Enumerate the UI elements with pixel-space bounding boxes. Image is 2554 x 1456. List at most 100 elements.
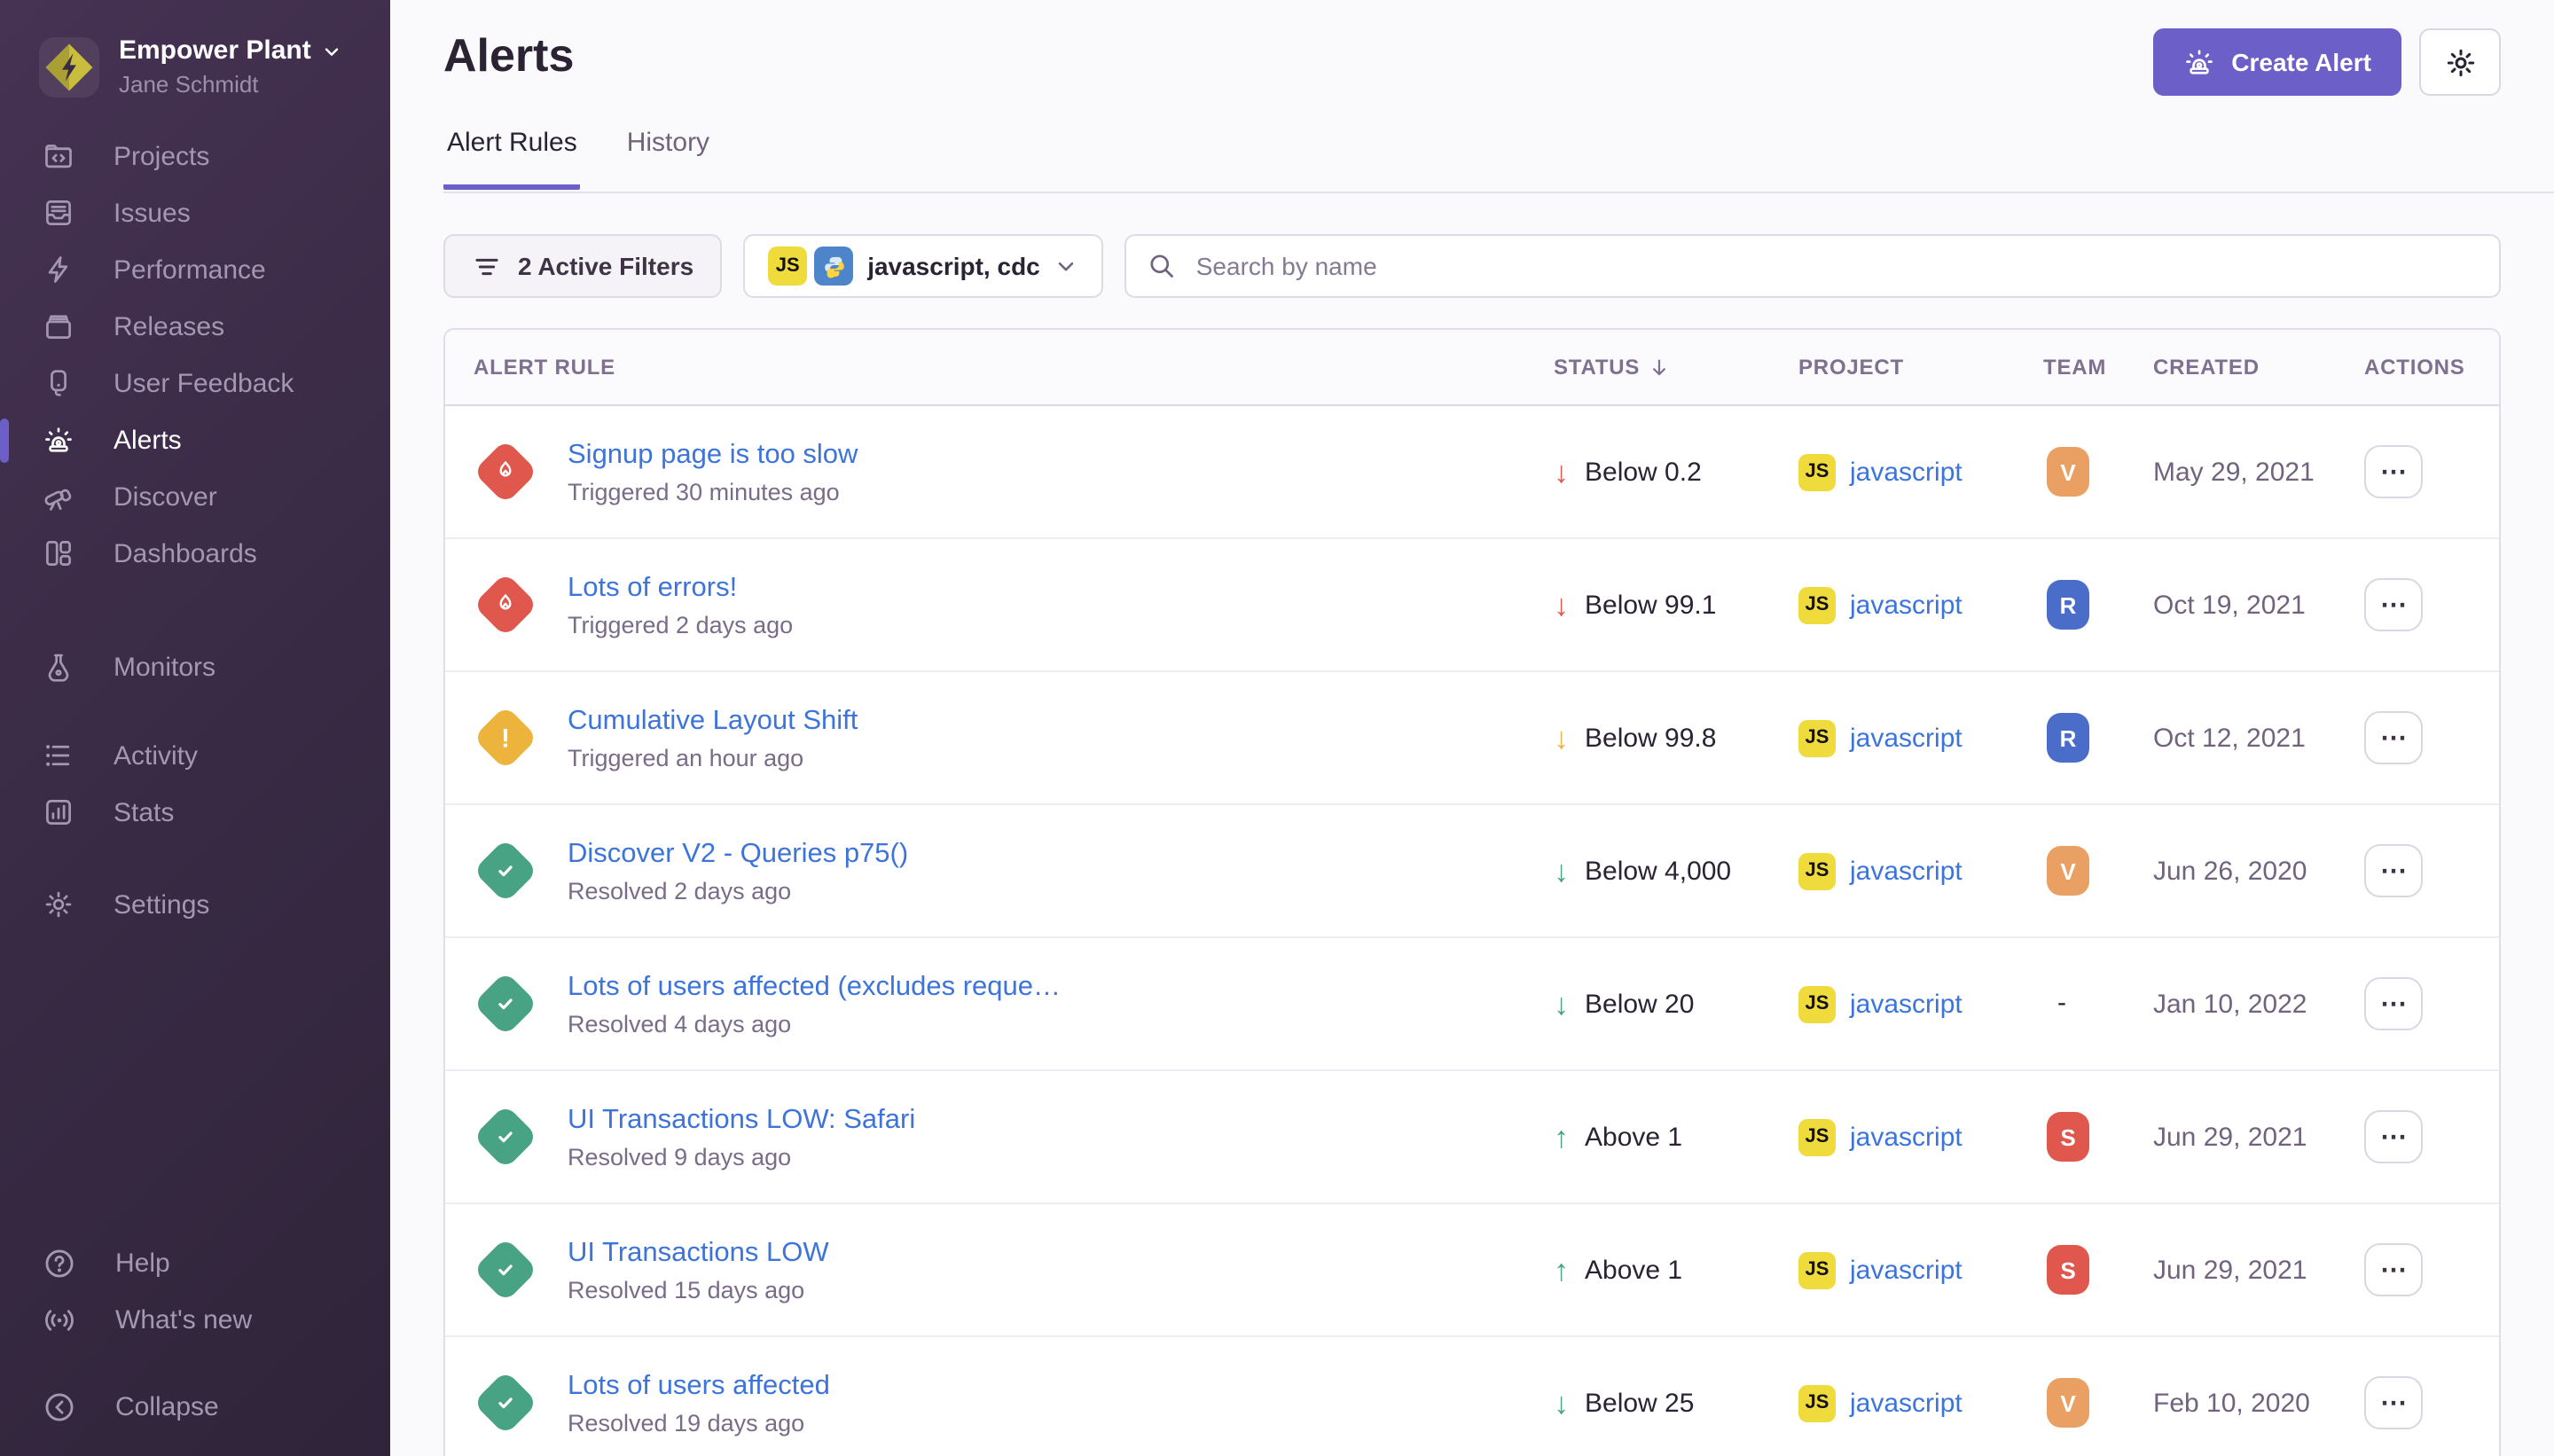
sort-arrow-down-icon xyxy=(1647,356,1670,379)
created-date: Feb 10, 2020 xyxy=(2153,1388,2364,1418)
js-badge: JS xyxy=(1798,1384,1836,1421)
project-selector[interactable]: JS javascript, cdc xyxy=(743,234,1104,298)
project-link[interactable]: javascript xyxy=(1850,856,1963,886)
settings-button[interactable] xyxy=(2419,28,2501,96)
project-link[interactable]: javascript xyxy=(1850,590,1963,620)
created-date: Jun 26, 2020 xyxy=(2153,856,2364,886)
column-status[interactable]: STATUS xyxy=(1554,355,1798,380)
created-date: Oct 12, 2021 xyxy=(2153,723,2364,753)
status-cell: ↑ Above 1 xyxy=(1554,1255,1798,1285)
alert-rule-link[interactable]: Lots of users affected xyxy=(568,1370,1554,1402)
sidebar-item-activity[interactable]: Activity xyxy=(0,727,390,784)
filter-row: 2 Active Filters JS javascript, cdc xyxy=(443,234,2501,298)
project-link[interactable]: javascript xyxy=(1850,989,1963,1019)
sidebar-item-what-s-new[interactable]: What's new xyxy=(0,1291,390,1348)
sidebar-item-projects[interactable]: Projects xyxy=(0,128,390,184)
ellipsis-icon: ⋯ xyxy=(2380,1254,2407,1286)
search-input[interactable] xyxy=(1193,250,2478,282)
arrow-up-icon: ↑ xyxy=(1554,1255,1569,1285)
dashboards-icon xyxy=(43,537,74,569)
row-actions-button[interactable]: ⋯ xyxy=(2364,1243,2423,1296)
ellipsis-icon: ⋯ xyxy=(2380,456,2407,488)
sidebar-group: Activity Stats xyxy=(0,727,390,841)
project-link[interactable]: javascript xyxy=(1850,457,1963,487)
alert-rule-link[interactable]: Lots of errors! xyxy=(568,572,1554,604)
project-link[interactable]: javascript xyxy=(1850,1122,1963,1152)
alert-rule-link[interactable]: Cumulative Layout Shift xyxy=(568,705,1554,737)
whats-new-icon xyxy=(43,1303,76,1336)
sidebar-item-issues[interactable]: Issues xyxy=(0,184,390,241)
sidebar: Empower Plant Jane Schmidt ProjectsIssue… xyxy=(0,0,390,1456)
tab-history[interactable]: History xyxy=(623,128,713,190)
alert-rule-subtitle: Triggered 2 days ago xyxy=(568,611,1554,638)
row-actions-button[interactable]: ⋯ xyxy=(2364,578,2423,631)
row-actions-button[interactable]: ⋯ xyxy=(2364,1110,2423,1163)
team-badge: V xyxy=(2047,447,2089,497)
arrow-up-icon: ↑ xyxy=(1554,1122,1569,1152)
alert-rule-link[interactable]: Discover V2 - Queries p75() xyxy=(568,838,1554,870)
status-label: Above 1 xyxy=(1585,1255,1682,1285)
created-date: Oct 19, 2021 xyxy=(2153,590,2364,620)
status-label: Below 4,000 xyxy=(1585,856,1731,886)
sidebar-item-releases[interactable]: Releases xyxy=(0,298,390,355)
siren-icon xyxy=(2183,46,2215,78)
alert-resolved-icon xyxy=(473,838,538,904)
alert-warning-icon: ! xyxy=(473,705,538,771)
sidebar-item-stats[interactable]: Stats xyxy=(0,784,390,841)
row-actions-button[interactable]: ⋯ xyxy=(2364,844,2423,897)
row-actions-button[interactable]: ⋯ xyxy=(2364,1376,2423,1429)
sidebar-item-label: Stats xyxy=(114,797,174,827)
status-label: Above 1 xyxy=(1585,1122,1682,1152)
active-filters-button[interactable]: 2 Active Filters xyxy=(443,234,722,298)
sidebar-item-label: What's new xyxy=(115,1304,252,1335)
alert-rule-subtitle: Resolved 19 days ago xyxy=(568,1409,1554,1436)
project-link[interactable]: javascript xyxy=(1850,1388,1963,1418)
alert-critical-icon xyxy=(473,572,538,638)
alert-rule-subtitle: Triggered an hour ago xyxy=(568,744,1554,771)
gear-icon xyxy=(2443,45,2477,79)
ellipsis-icon: ⋯ xyxy=(2380,855,2407,887)
js-badge: JS xyxy=(768,247,807,286)
create-alert-button[interactable]: Create Alert xyxy=(2153,28,2401,96)
sidebar-item-collapse[interactable]: Collapse xyxy=(0,1378,390,1435)
python-badge xyxy=(814,247,853,286)
sidebar-item-user-feedback[interactable]: User Feedback xyxy=(0,355,390,411)
row-actions-button[interactable]: ⋯ xyxy=(2364,977,2423,1030)
status-cell: ↓Below 20 xyxy=(1554,989,1798,1019)
alert-rule-link[interactable]: UI Transactions LOW: Safari xyxy=(568,1104,1554,1136)
page-title: Alerts xyxy=(443,28,574,83)
check-icon xyxy=(491,990,520,1018)
alert-rule-row: UI Transactions LOWResolved 15 days ago↑… xyxy=(445,1202,2499,1335)
sidebar-item-settings[interactable]: Settings xyxy=(0,876,390,933)
project-link[interactable]: javascript xyxy=(1850,1255,1963,1285)
team-badge: S xyxy=(2047,1245,2089,1295)
sidebar-item-performance[interactable]: Performance xyxy=(0,241,390,298)
arrow-down-icon: ↓ xyxy=(1554,457,1569,487)
sidebar-item-monitors[interactable]: Monitors xyxy=(0,638,390,695)
org-switcher[interactable]: Empower Plant Jane Schmidt xyxy=(0,0,390,98)
stats-icon xyxy=(43,796,74,828)
alert-critical-icon xyxy=(473,439,538,505)
flame-icon xyxy=(491,458,520,486)
sidebar-item-label: Discover xyxy=(114,481,217,512)
alert-rule-subtitle: Resolved 2 days ago xyxy=(568,877,1554,904)
row-actions-button[interactable]: ⋯ xyxy=(2364,711,2423,764)
tab-alert-rules[interactable]: Alert Rules xyxy=(443,128,581,190)
js-badge: JS xyxy=(1798,852,1836,889)
alert-rule-row: Lots of errors!Triggered 2 days ago↓Belo… xyxy=(445,537,2499,670)
sidebar-item-label: Settings xyxy=(114,889,209,920)
alert-rule-link[interactable]: UI Transactions LOW xyxy=(568,1237,1554,1269)
sidebar-item-dashboards[interactable]: Dashboards xyxy=(0,525,390,582)
alert-rule-link[interactable]: Signup page is too slow xyxy=(568,439,1554,471)
alert-rule-row: Lots of users affected Resolved 19 days a… xyxy=(445,1335,2499,1456)
row-actions-button[interactable]: ⋯ xyxy=(2364,445,2423,498)
releases-icon xyxy=(43,310,74,342)
project-link[interactable]: javascript xyxy=(1850,723,1963,753)
sidebar-item-discover[interactable]: Discover xyxy=(0,468,390,525)
alert-rule-link[interactable]: Lots of users affected (excludes reque… xyxy=(568,971,1554,1003)
sidebar-item-help[interactable]: Help xyxy=(0,1234,390,1291)
sidebar-item-alerts[interactable]: Alerts xyxy=(0,411,390,468)
arrow-down-icon: ↓ xyxy=(1554,590,1569,620)
js-badge: JS xyxy=(1798,1251,1836,1288)
sidebar-item-label: Releases xyxy=(114,311,224,341)
